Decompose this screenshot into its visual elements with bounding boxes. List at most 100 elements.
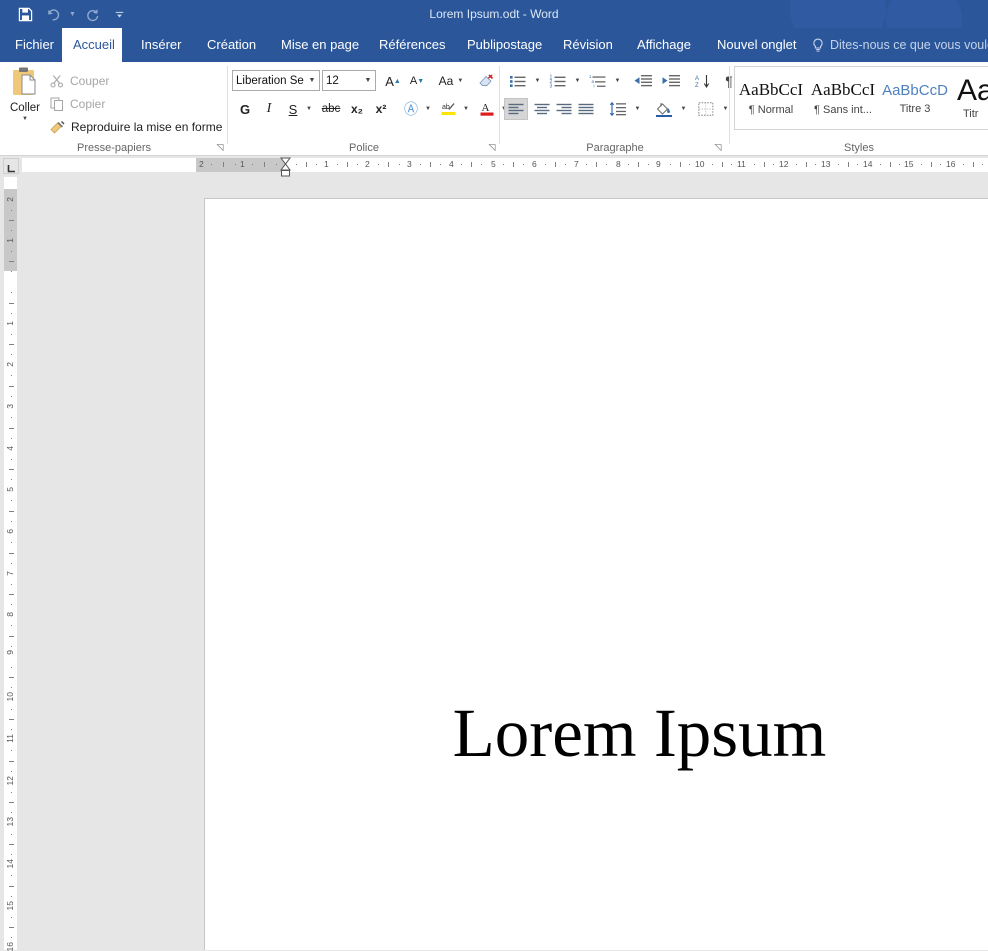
undo-icon[interactable]	[40, 2, 66, 26]
presse-papiers-dialog-launcher[interactable]: ◹	[214, 141, 226, 153]
bullets-button[interactable]	[506, 70, 530, 92]
paragraphe-dialog-launcher[interactable]: ◹	[712, 141, 724, 153]
format-painter-label: Reproduire la mise en forme	[71, 119, 223, 134]
tab-stop-selector[interactable]	[3, 158, 19, 174]
chevron-down-icon[interactable]: ▼	[361, 77, 375, 84]
document-canvas[interactable]: Lorem Ipsum	[20, 177, 988, 950]
align-left-button[interactable]	[504, 98, 528, 120]
group-label-police: Police	[349, 142, 379, 154]
shading-dropdown-icon[interactable]: ▼	[677, 98, 690, 120]
font-size-combo[interactable]: 12 ▼	[322, 70, 376, 91]
tab-inserer[interactable]: Insérer	[130, 28, 190, 62]
save-icon[interactable]	[12, 2, 38, 26]
indent-marker-icon[interactable]	[279, 157, 292, 177]
numbering-dropdown-icon[interactable]: ▼	[571, 70, 584, 92]
style-normal[interactable]: AaBbCcI ¶ Normal	[735, 67, 807, 129]
vruler-tick-label: 7	[5, 571, 15, 576]
change-case-button[interactable]: Aa ▼	[434, 70, 468, 92]
highlight-button[interactable]: ab	[438, 98, 460, 120]
underline-button[interactable]: S	[282, 98, 304, 120]
undo-dropdown-icon[interactable]: ▼	[68, 3, 77, 25]
paste-button[interactable]: Coller ▼	[4, 66, 46, 132]
tab-references[interactable]: Références	[368, 28, 448, 62]
decrease-indent-button[interactable]	[630, 70, 656, 92]
tab-revision[interactable]: Révision	[552, 28, 618, 62]
shrink-font-button[interactable]: A ▼	[406, 70, 428, 92]
bullets-dropdown-icon[interactable]: ▼	[531, 70, 544, 92]
sort-button[interactable]: A Z	[690, 70, 716, 92]
format-painter-button[interactable]: Reproduire la mise en forme	[50, 116, 222, 137]
tab-publipostage[interactable]: Publipostage	[456, 28, 544, 62]
window-title-separator: -	[522, 7, 527, 21]
police-dialog-launcher[interactable]: ◹	[486, 141, 498, 153]
style-titre-partial[interactable]: Aa Titr	[951, 67, 988, 129]
horizontal-ruler[interactable]: 2 1 1 2 3 4 5 6 7 8 9 10 11 12 13 14 15 …	[0, 157, 988, 177]
clear-formatting-button[interactable]	[474, 70, 498, 92]
tab-mise-en-page[interactable]: Mise en page	[270, 28, 362, 62]
italic-button[interactable]: I	[258, 98, 280, 120]
tell-me-search[interactable]: Dites-nous ce que vous voule	[812, 28, 988, 62]
tab-accueil[interactable]: Accueil	[62, 28, 122, 62]
highlight-dropdown-icon[interactable]: ▼	[459, 98, 473, 120]
paste-dropdown-icon[interactable]: ▼	[22, 116, 28, 122]
redo-icon[interactable]	[79, 2, 105, 26]
font-color-button[interactable]: A	[476, 98, 498, 120]
document-heading[interactable]: Lorem Ipsum	[205, 699, 988, 768]
borders-button[interactable]	[694, 98, 718, 120]
vruler-tick-label: 13	[5, 817, 15, 827]
tab-affichage[interactable]: Affichage	[626, 28, 698, 62]
strikethrough-button[interactable]: abc	[318, 98, 344, 120]
vertical-ruler[interactable]: 2 1 1 2 3 4 5 6 7 8 9 10 11 12 13 14 15 …	[0, 177, 20, 951]
multilevel-list-dropdown-icon[interactable]: ▼	[611, 70, 624, 92]
vruler-tick-label: 4	[5, 446, 15, 451]
text-effects-button[interactable]: Ⓐ	[400, 98, 422, 120]
vruler-tick-label: 2	[5, 197, 15, 202]
styles-gallery[interactable]: AaBbCcI ¶ Normal AaBbCcI ¶ Sans int... A…	[734, 66, 988, 130]
align-right-button[interactable]	[552, 98, 576, 120]
customize-qat-icon[interactable]	[115, 3, 124, 25]
style-name: Titr	[963, 108, 979, 120]
increase-indent-icon	[661, 74, 681, 88]
underline-dropdown-icon[interactable]: ▼	[302, 98, 316, 120]
line-spacing-button[interactable]	[606, 98, 630, 120]
align-center-button[interactable]	[530, 98, 554, 120]
numbering-button[interactable]: 1 2 3	[546, 70, 570, 92]
tab-fichier[interactable]: Fichier	[4, 28, 54, 62]
ruler-tick-label: 4	[449, 159, 454, 169]
ruler-tick-label: 14	[863, 159, 873, 169]
chevron-down-icon[interactable]: ▼	[305, 77, 319, 84]
justify-button[interactable]	[574, 98, 598, 120]
subscript-glyph: x₂	[350, 102, 363, 116]
italic-glyph: I	[266, 101, 272, 116]
tab-nouvel-onglet[interactable]: Nouvel onglet	[706, 28, 802, 62]
ruler-tick-label: 9	[656, 159, 661, 169]
ribbon: Coller ▼ Couper Copier Reproduire la mis…	[0, 62, 988, 156]
line-spacing-dropdown-icon[interactable]: ▼	[631, 98, 644, 120]
grow-font-button[interactable]: A ▲	[382, 70, 404, 92]
bullet-list-icon	[509, 74, 527, 88]
increase-indent-button[interactable]	[658, 70, 684, 92]
svg-text:ab: ab	[442, 104, 450, 111]
ruler-tick-label: 3	[407, 159, 412, 169]
align-center-icon	[534, 103, 550, 116]
subscript-button[interactable]: x₂	[346, 98, 368, 120]
bold-button[interactable]: G	[234, 98, 256, 120]
vruler-tick-label: 12	[5, 776, 15, 786]
text-effects-dropdown-icon[interactable]: ▼	[421, 98, 435, 120]
style-sans-interligne[interactable]: AaBbCcI ¶ Sans int...	[807, 67, 879, 129]
line-spacing-icon	[609, 102, 627, 116]
cut-button[interactable]: Couper	[50, 70, 109, 91]
font-family-combo[interactable]: Liberation Se ▼	[232, 70, 320, 91]
document-page[interactable]: Lorem Ipsum	[204, 198, 988, 950]
svg-text:Z: Z	[695, 83, 699, 89]
superscript-button[interactable]: x²	[370, 98, 392, 120]
shading-button[interactable]	[652, 98, 676, 120]
multilevel-list-button[interactable]: 1 a i	[586, 70, 610, 92]
lightbulb-icon	[812, 38, 824, 53]
copy-button[interactable]: Copier	[50, 93, 105, 114]
style-preview: AaBbCcD	[882, 81, 948, 99]
style-titre-3[interactable]: AaBbCcD Titre 3	[879, 67, 951, 129]
tab-creation[interactable]: Création	[196, 28, 262, 62]
chevron-down-icon[interactable]: ▼	[457, 78, 463, 84]
ruler-tick-label: 11	[737, 159, 746, 169]
